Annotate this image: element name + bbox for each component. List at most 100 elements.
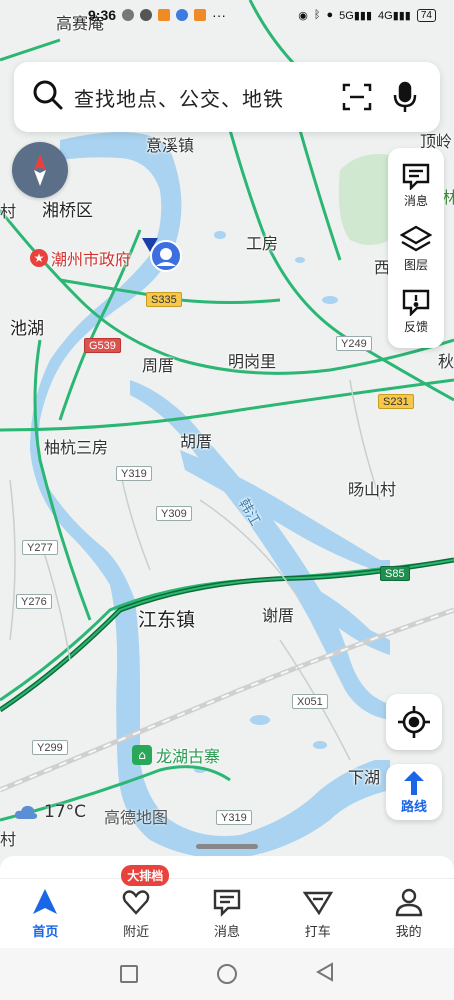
weather-widget[interactable]: 17°C (14, 802, 86, 822)
map-label-chihu: 池湖 (10, 319, 44, 339)
search-input[interactable]: 查找地点、公交、地铁 (74, 83, 326, 112)
messages-tool-button[interactable]: 消息 (401, 162, 431, 209)
route-button[interactable]: 路线 (386, 764, 442, 820)
road-shield-y277: Y277 (22, 540, 58, 555)
poi-longhuguzhai[interactable]: ⌂ 龙湖古寨 (132, 743, 220, 767)
browser-icon (176, 9, 189, 21)
home-button[interactable] (216, 964, 237, 984)
tab-home-label: 首页 (32, 925, 59, 940)
map-label-minggangli: 明岗里 (228, 352, 277, 371)
location-icon: ● (326, 9, 334, 21)
locate-me-button[interactable] (386, 694, 442, 750)
app-notification-icon (140, 9, 153, 21)
government-star-icon: ★ (30, 249, 48, 267)
tab-home[interactable]: 首页 (0, 887, 90, 940)
tab-profile-label: 我的 (395, 925, 422, 940)
map-label-zhoucuo: 周厝 (142, 356, 175, 375)
feedback-icon (402, 289, 430, 316)
map-label-qiu: 秋 (438, 352, 454, 371)
feedback-tool-button[interactable]: 反馈 (401, 288, 431, 335)
compass-icon (34, 154, 46, 186)
microphone-icon[interactable] (388, 80, 422, 114)
poi-chaozhou-gov[interactable]: ★ 潮州市政府 (30, 246, 131, 270)
map-label-cun-left: 村 (0, 202, 17, 221)
map-label-jiangdongzhen: 江东镇 (138, 609, 196, 631)
crosshair-icon (398, 706, 430, 738)
status-left: 9:36 ··· (88, 7, 226, 23)
eye-icon: ◉ (298, 9, 308, 22)
profile-icon (395, 888, 422, 917)
compass-button[interactable] (12, 142, 68, 198)
map-label-xiahu: 下湖 (348, 768, 381, 787)
route-label: 路线 (400, 799, 427, 815)
bluetooth-icon: ᛒ (313, 9, 321, 21)
route-arrow-icon (404, 770, 424, 795)
tab-messages-label: 消息 (213, 925, 240, 940)
road-shield-s85: S85 (380, 566, 410, 581)
map-label-yixizhen: 意溪镇 (146, 136, 195, 155)
road-shield-y249: Y249 (336, 336, 372, 351)
layers-icon (400, 225, 432, 251)
signal-5g-icon: 5G▮▮▮ (339, 9, 373, 22)
map-tools-panel: 消息 图层 反馈 (388, 148, 444, 348)
message-icon (402, 163, 430, 190)
map-label-cun-bottom: 村 (0, 830, 17, 849)
scan-icon[interactable] (340, 80, 374, 114)
orange-app-icon-2 (194, 9, 207, 21)
map-label-gongfang: 工房 (246, 234, 279, 253)
tab-profile[interactable]: 我的 (364, 887, 454, 940)
nearby-heart-icon (122, 890, 150, 915)
back-button[interactable] (316, 962, 334, 986)
notification-icon (122, 9, 135, 21)
road-shield-s335: S335 (146, 292, 182, 307)
map-label-yangshancun: 旸山村 (348, 480, 397, 499)
status-right: ◉ ᛒ ● 5G▮▮▮ 4G▮▮▮ 74 (298, 8, 436, 22)
nearby-badge: 大排档 (121, 865, 170, 886)
battery-icon: 74 (416, 8, 436, 22)
road-shield-y276: Y276 (16, 594, 52, 609)
sheet-drag-handle[interactable] (196, 844, 258, 849)
search-bar[interactable]: 查找地点、公交、地铁 (14, 62, 440, 132)
status-time: 9:36 (88, 7, 117, 23)
tab-taxi-label: 打车 (304, 925, 331, 940)
road-shield-y319-a: Y319 (116, 466, 152, 481)
system-nav-bar (0, 948, 454, 1000)
road-shield-y299: Y299 (32, 740, 68, 755)
amap-app: 高赛庵 顶岭 意溪镇 湘桥区 村 林 ★ 潮州市政府 工房 西 池湖 周厝 明岗… (0, 0, 454, 1000)
cloud-icon (14, 805, 38, 819)
road-shield-y319-b: Y319 (216, 810, 252, 825)
current-location-marker[interactable] (138, 236, 182, 280)
feedback-tool-label: 反馈 (403, 319, 428, 334)
road-shield-g539: G539 (84, 338, 121, 353)
map-label-hucuo: 胡厝 (180, 432, 213, 451)
poi-label-chaozhou-gov: 潮州市政府 (51, 250, 132, 269)
tab-nearby[interactable]: 大排档 附近 (91, 865, 181, 940)
status-bar: 9:36 ··· ◉ ᛒ ● 5G▮▮▮ 4G▮▮▮ 74 (0, 0, 454, 30)
messages-tool-label: 消息 (403, 193, 428, 208)
more-notifications-icon: ··· (212, 7, 227, 23)
brand-logo-text: 高德地图 (104, 808, 169, 827)
bottom-tab-bar: 首页 大排档 附近 消息 打车 我的 (0, 865, 454, 948)
map-label-xiecuo: 谢厝 (262, 606, 295, 625)
layers-tool-button[interactable]: 图层 (400, 224, 432, 273)
message-icon (213, 889, 241, 917)
search-icon (32, 79, 64, 115)
map-label-xiangqiaoqu: 湘桥区 (42, 201, 93, 221)
layers-tool-label: 图层 (403, 257, 428, 272)
tab-taxi[interactable]: 打车 (273, 887, 363, 940)
signal-4g-icon: 4G▮▮▮ (378, 9, 411, 22)
scenic-spot-icon: ⌂ (132, 745, 152, 765)
road-shield-s231: S231 (378, 394, 414, 409)
tab-messages[interactable]: 消息 (182, 887, 272, 940)
map-label-youhangsanfang: 柚杭三房 (44, 438, 109, 457)
navigation-arrow-icon (33, 889, 58, 914)
road-shield-y309: Y309 (156, 506, 192, 521)
orange-app-icon (158, 9, 171, 21)
tab-nearby-label: 附近 (123, 925, 150, 940)
recent-apps-button[interactable] (119, 965, 138, 983)
taxi-icon (302, 891, 333, 916)
road-shield-x051: X051 (292, 694, 328, 709)
back-triangle-icon (316, 962, 334, 982)
poi-label-longhuguzhai: 龙湖古寨 (156, 747, 221, 766)
weather-temp: 17°C (44, 802, 87, 822)
